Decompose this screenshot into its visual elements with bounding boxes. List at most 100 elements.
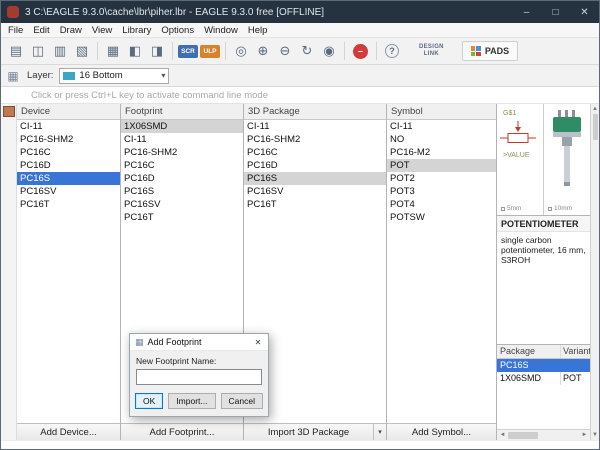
menu-item[interactable]: View <box>87 24 117 37</box>
symbol-list-item[interactable]: POT <box>387 159 496 172</box>
horizontal-scrollbar-thumb[interactable] <box>508 431 538 439</box>
export-icon[interactable]: ▧ <box>72 41 92 61</box>
new-footprint-name-input[interactable] <box>136 369 262 385</box>
package-table-row[interactable]: 1X06SMD POT <box>497 372 590 385</box>
table-cell: POT <box>560 372 590 385</box>
table-of-contents-icon[interactable]: ▦ <box>103 41 123 61</box>
symbol-list-item[interactable]: POT2 <box>387 172 496 185</box>
print-icon[interactable]: ▥ <box>50 41 70 61</box>
package-3d-list-item[interactable]: PC16S <box>244 172 386 185</box>
package-3d-list-item[interactable]: PC16-SHM2 <box>244 133 386 146</box>
minimize-button[interactable]: – <box>512 1 541 23</box>
scroll-left-icon[interactable]: ◄ <box>497 430 508 440</box>
zoom-fit-icon[interactable]: ◎ <box>231 41 251 61</box>
symbol-column: Symbol CI-11 NO PC16-M2 POT POT2 POT3 POT4 POTS… <box>387 104 497 440</box>
menu-item[interactable]: File <box>3 24 28 37</box>
add-symbol-button[interactable]: Add Symbol... <box>387 423 496 440</box>
device-list-item[interactable]: PC16S <box>17 172 120 185</box>
menu-item[interactable]: Edit <box>28 24 54 37</box>
add-footprint-button[interactable]: Add Footprint... <box>121 423 243 440</box>
menu-item[interactable]: Window <box>199 24 243 37</box>
maximize-button[interactable]: □ <box>541 1 570 23</box>
cancel-button[interactable]: Cancel <box>220 393 263 409</box>
footprint-list-item[interactable]: PC16D <box>121 172 243 185</box>
footprint-list-item[interactable]: PC16C <box>121 159 243 172</box>
design-link-button[interactable]: DESIGN LINK <box>413 40 450 62</box>
package-3d-list-item[interactable]: CI-11 <box>244 120 386 133</box>
footprint-list-item[interactable]: PC16-SHM2 <box>121 146 243 159</box>
zoom-out-icon[interactable]: ⊖ <box>275 41 295 61</box>
footprint-list-item[interactable]: PC16T <box>121 211 243 224</box>
symbol-list-item[interactable]: CI-11 <box>387 120 496 133</box>
package-table-rows: PC16S 1X06SMD POT <box>497 359 590 429</box>
vertical-scrollbar[interactable]: ▲ ▼ <box>590 104 599 440</box>
package-3d-list-item[interactable]: PC16SV <box>244 185 386 198</box>
ulp-icon[interactable]: ULP <box>200 44 220 58</box>
table-cell: PC16S <box>500 360 529 370</box>
left-toolbar <box>1 104 17 440</box>
symbol-list-item[interactable]: POTSW <box>387 211 496 224</box>
ok-button[interactable]: OK <box>135 393 164 409</box>
window-title: 3 C:\EAGLE 9.3.0\cache\lbr\piher.lbr - E… <box>25 6 325 18</box>
device-list-item[interactable]: PC16T <box>17 198 120 211</box>
dialog-title: Add Footprint <box>147 337 202 347</box>
symbol-preview[interactable]: G$1 >VALUE 5mm <box>497 104 544 215</box>
zoom-in-icon[interactable]: ⊕ <box>253 41 273 61</box>
package-3d-list-item[interactable]: PC16T <box>244 198 386 211</box>
pads-button[interactable]: PADS <box>461 41 519 61</box>
device-column: Device CI-11 PC16-SHM2 PC16C PC16D PC16S PC16… <box>17 104 121 440</box>
menu-item[interactable]: Draw <box>55 24 87 37</box>
script-icon[interactable]: SCR <box>178 44 198 58</box>
package-3d-list-item[interactable]: PC16D <box>244 159 386 172</box>
vertical-scrollbar-thumb[interactable] <box>592 114 598 140</box>
horizontal-scrollbar[interactable]: ◄ ► <box>497 429 590 440</box>
dialog-close-button[interactable]: ✕ <box>250 335 266 350</box>
device-list-item[interactable]: PC16D <box>17 159 120 172</box>
help-icon[interactable]: ? <box>385 44 399 58</box>
menubar: File Edit Draw View Library Options Window Help <box>1 23 599 38</box>
zoom-select-icon[interactable]: ◉ <box>319 41 339 61</box>
package-3d-list-item[interactable]: PC16C <box>244 146 386 159</box>
chevron-down-icon[interactable]: ▾ <box>373 424 386 440</box>
symbol-list-item[interactable]: PC16-M2 <box>387 146 496 159</box>
import-3d-package-label: Import 3D Package <box>267 426 350 438</box>
symbol-list-item[interactable]: NO <box>387 133 496 146</box>
info-icon[interactable] <box>2 106 15 117</box>
pot-symbol-drawing <box>500 121 536 143</box>
zoom-redraw-icon[interactable]: ↻ <box>297 41 317 61</box>
open-library-icon[interactable]: ▤ <box>6 41 26 61</box>
menu-item[interactable]: Library <box>117 24 156 37</box>
footprint-list-item[interactable]: PC16SV <box>121 198 243 211</box>
footprint-list-item[interactable]: CI-11 <box>121 133 243 146</box>
command-line-hint: Click or press Ctrl+L key to activate co… <box>31 89 268 101</box>
stop-icon[interactable]: – <box>353 43 368 59</box>
scroll-right-icon[interactable]: ► <box>579 430 590 440</box>
grid-icon[interactable]: ▦ <box>5 68 21 84</box>
symbol-list-item[interactable]: POT4 <box>387 198 496 211</box>
package-3d-preview[interactable]: 10mm <box>544 104 590 215</box>
device-editor-icon[interactable]: ◧ <box>125 41 145 61</box>
add-device-button[interactable]: Add Device... <box>17 423 120 440</box>
footprint-editor-icon[interactable]: ◨ <box>147 41 167 61</box>
import-3d-package-button[interactable]: Import 3D Package ▾ <box>244 423 386 440</box>
menu-item[interactable]: Help <box>243 24 273 37</box>
device-list-item[interactable]: CI-11 <box>17 120 120 133</box>
save-icon[interactable]: ◫ <box>28 41 48 61</box>
menu-item[interactable]: Options <box>156 24 199 37</box>
device-list-item[interactable]: PC16SV <box>17 185 120 198</box>
footprint-list-item[interactable]: PC16S <box>121 185 243 198</box>
scale-box-icon <box>548 206 552 211</box>
add-footprint-dialog: ▦ Add Footprint ✕ New Footprint Name: OK… <box>129 333 269 417</box>
scroll-up-icon[interactable]: ▲ <box>591 104 599 114</box>
command-line-bar[interactable]: Click or press Ctrl+L key to activate co… <box>1 87 599 104</box>
device-list-item[interactable]: PC16C <box>17 146 120 159</box>
import-button[interactable]: Import... <box>168 393 216 409</box>
package-table-row[interactable]: PC16S <box>497 359 590 372</box>
symbol-list-item[interactable]: POT3 <box>387 185 496 198</box>
footprint-list-item[interactable]: 1X06SMD <box>121 120 243 133</box>
layer-dropdown[interactable]: 16 Bottom ▾ <box>59 67 170 84</box>
device-list-item[interactable]: PC16-SHM2 <box>17 133 120 146</box>
layer-selected-value: 16 Bottom <box>79 70 123 81</box>
close-button[interactable]: ✕ <box>570 1 599 23</box>
scroll-down-icon[interactable]: ▼ <box>591 430 599 440</box>
